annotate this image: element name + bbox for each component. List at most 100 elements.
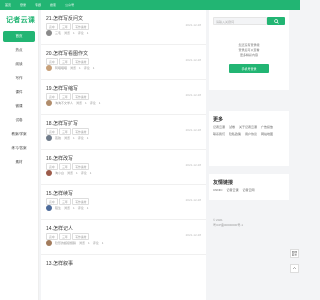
avatar[interactable]	[46, 205, 52, 211]
post-author[interactable]: 隐形的超级翅膀	[55, 241, 76, 245]
icp-record[interactable]: 粤ICP备00000000号-1	[213, 223, 243, 228]
list-item[interactable]: 21.怎样写反问文 高中 三年 写作素材 2021-12-28 三毛 浏览 1 评…	[41, 10, 206, 45]
post-meta: 三毛 浏览 1 评论 1	[46, 30, 88, 36]
sidebar-item-courseware[interactable]: 课件	[3, 87, 35, 98]
views-label: 浏览	[70, 66, 77, 70]
top-nav-home[interactable]: 首页	[5, 3, 11, 7]
list-item[interactable]: 20.怎样写看图作文 高中 三年 写作素材 2021-12-28 阿哩哩哩 浏览…	[41, 45, 206, 80]
search-button[interactable]	[267, 17, 285, 25]
post-tag[interactable]: 写作素材	[72, 163, 90, 170]
sidebar-item-lesson-plans[interactable]: 教案/学案	[3, 129, 35, 140]
more-link[interactable]: 广告投放	[261, 125, 273, 129]
post-author[interactable]: 陌生	[55, 206, 61, 210]
post-title[interactable]: 18.怎样写扩写	[46, 120, 78, 127]
top-nav-wechat[interactable]: 公众号	[65, 3, 74, 7]
back-to-top-button[interactable]	[290, 264, 299, 273]
replies-count: 1	[86, 136, 89, 140]
list-item[interactable]: 19.怎样写缩写 高中 三年 写作素材 2021-12-28 淘淘不文学人 浏览…	[41, 80, 206, 115]
post-title[interactable]: 19.怎样写缩写	[46, 85, 78, 92]
post-tag[interactable]: 高中	[46, 93, 58, 100]
post-tag[interactable]: 高中	[46, 233, 58, 240]
post-tag[interactable]: 三年	[59, 233, 71, 240]
more-link[interactable]: 关于记者云课	[239, 125, 257, 129]
views-count: 1	[76, 171, 78, 175]
top-nav-login[interactable]: 登录	[20, 3, 26, 7]
post-tag[interactable]: 写作素材	[72, 58, 90, 65]
views-label: 浏览	[64, 136, 71, 140]
sidebar-item-reading[interactable]: 阅读	[3, 59, 35, 70]
list-item[interactable]: 18.怎样写扩写 高中 三年 写作素材 2021-12-28 孤独 浏览 1 评论…	[41, 115, 206, 150]
qrcode-button[interactable]	[290, 249, 299, 258]
replies-label: 评论	[77, 136, 84, 140]
post-tag[interactable]: 三年	[59, 128, 71, 135]
search-input[interactable]: 请输入关键词	[213, 17, 267, 25]
post-tag[interactable]: 三年	[59, 163, 71, 170]
friend-link[interactable]: 记者云课	[227, 188, 239, 192]
sidebar-item-materials[interactable]: 素材	[3, 157, 35, 168]
list-item[interactable]: 14.怎样记人 高中 三年 写作素材 2021-12-28 隐形的超级翅膀 浏览…	[41, 220, 206, 255]
post-tag[interactable]: 高中	[46, 58, 58, 65]
login-hint-3: 更多精彩内容	[239, 53, 258, 57]
avatar[interactable]	[46, 240, 52, 246]
list-item[interactable]: 15.怎样续写 高中 三年 写作素材 2021-12-28 陌生 浏览 1 评论 1	[41, 185, 206, 220]
post-tag[interactable]: 三年	[59, 93, 71, 100]
post-meta: 孤独 浏览 1 评论 1	[46, 135, 88, 141]
avatar[interactable]	[46, 65, 52, 71]
avatar[interactable]	[46, 30, 52, 36]
post-author[interactable]: 淘小白	[55, 171, 64, 175]
more-link[interactable]: 隐私政策	[229, 132, 241, 136]
more-link[interactable]: 网站地图	[261, 132, 273, 136]
list-item[interactable]: 13.怎样叙事	[41, 255, 206, 289]
friend-link[interactable]: 记者云网	[243, 188, 255, 192]
qrcode-icon	[292, 251, 297, 256]
more-link[interactable]: 记者云课	[213, 125, 225, 129]
post-title[interactable]: 21.怎样写反问文	[46, 15, 83, 22]
post-tag[interactable]: 写作素材	[72, 198, 90, 205]
sidebar-item-papers[interactable]: 试卷	[3, 115, 35, 126]
post-tag[interactable]: 高中	[46, 163, 58, 170]
top-nav-topics[interactable]: 专题	[35, 3, 41, 7]
replies-count: 1	[92, 66, 95, 70]
post-title[interactable]: 14.怎样记人	[46, 225, 73, 232]
post-date: 2021-12-28	[185, 198, 201, 202]
post-tag[interactable]: 三年	[59, 23, 71, 30]
post-tags: 高中 三年 写作素材	[46, 233, 90, 240]
post-title[interactable]: 16.怎样改写	[46, 155, 73, 162]
sidebar-item-hot[interactable]: 热点	[3, 45, 35, 56]
post-tag[interactable]: 写作素材	[72, 93, 90, 100]
post-tag[interactable]: 三年	[59, 58, 71, 65]
top-nav-search[interactable]: 搜索	[50, 3, 56, 7]
friend-link[interactable]: CNNIC	[213, 188, 223, 192]
avatar[interactable]	[46, 100, 52, 106]
post-tag[interactable]: 高中	[46, 128, 58, 135]
post-tag[interactable]: 写作素材	[72, 23, 90, 30]
avatar[interactable]	[46, 135, 52, 141]
more-link[interactable]: 联系我们	[213, 132, 225, 136]
friend-links-title: 友情链接	[213, 180, 234, 186]
sidebar-item-home[interactable]: 首页	[3, 31, 35, 42]
post-tag[interactable]: 高中	[46, 198, 58, 205]
list-item[interactable]: 16.怎样改写 高中 三年 写作素材 2021-12-28 淘小白 浏览 1 评论…	[41, 150, 206, 185]
more-link[interactable]: 试卷	[229, 125, 235, 129]
post-tag[interactable]: 写作素材	[72, 233, 90, 240]
post-author[interactable]: 阿哩哩哩	[55, 66, 67, 70]
sidebar-item-writing[interactable]: 写作	[3, 73, 35, 84]
post-tag[interactable]: 高中	[46, 23, 58, 30]
sidebar-item-exercises[interactable]: 练习/答案	[3, 143, 35, 154]
search-icon	[273, 18, 279, 24]
post-author[interactable]: 淘淘不文学人	[55, 101, 73, 105]
more-link[interactable]: 用户协议	[245, 132, 257, 136]
post-author[interactable]: 三毛	[55, 31, 61, 35]
phone-login-button[interactable]: 手机号登录	[229, 64, 269, 73]
post-tag[interactable]: 三年	[59, 198, 71, 205]
post-list: 21.怎样写反问文 高中 三年 写作素材 2021-12-28 三毛 浏览 1 评…	[41, 10, 206, 300]
site-logo[interactable]: 记者云课	[6, 15, 35, 25]
sidebar-item-microclass[interactable]: 微课	[3, 101, 35, 112]
post-title[interactable]: 15.怎样续写	[46, 190, 73, 197]
post-title[interactable]: 13.怎样叙事	[46, 260, 73, 267]
post-meta: 阿哩哩哩 浏览 1 评论 1	[46, 65, 94, 71]
avatar[interactable]	[46, 170, 52, 176]
post-title[interactable]: 20.怎样写看图作文	[46, 50, 88, 57]
post-author[interactable]: 孤独	[55, 136, 61, 140]
post-tag[interactable]: 写作素材	[72, 128, 90, 135]
